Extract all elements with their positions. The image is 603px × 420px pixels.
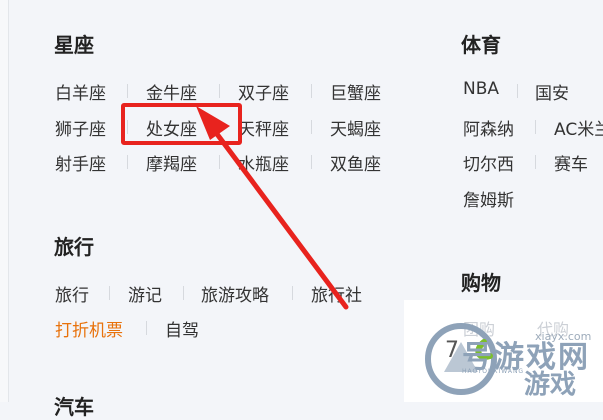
- red-arrow-icon: [196, 106, 349, 310]
